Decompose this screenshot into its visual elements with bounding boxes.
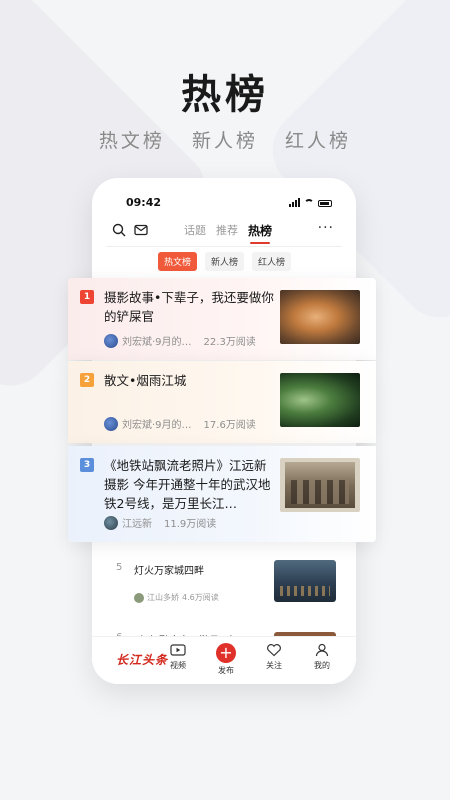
nav-divider [106, 246, 342, 247]
avatar [104, 515, 118, 530]
rank-badge: 3 [80, 458, 94, 472]
subtab-newcomers[interactable]: 新人榜 [205, 252, 245, 271]
rank-badge: 1 [80, 290, 94, 304]
article-title: 摄影故事•下辈子，我还要做你的铲屎官 [104, 290, 274, 324]
bottom-nav-me[interactable]: 我的 [304, 643, 340, 671]
search-icon[interactable] [112, 222, 126, 241]
tab-recommend[interactable]: 推荐 [216, 222, 238, 239]
article-thumbnail [280, 373, 360, 427]
article-author: 江远新 [122, 519, 152, 530]
subtab-hot-articles[interactable]: 热文榜 [158, 252, 198, 271]
subtab-influencers[interactable]: 红人榜 [252, 252, 292, 271]
bottom-nav-label: 发布 [218, 666, 234, 675]
status-bar: 09:42 [92, 196, 356, 212]
subtabs: 热文榜 新人榜 红人榜 [158, 252, 292, 271]
hot-article-card[interactable]: 2 散文•烟雨江城 刘宏斌·9月的… 17.6万阅读 [68, 361, 376, 443]
tab-topics[interactable]: 话题 [184, 222, 206, 239]
promo-subtitle-item: 红人榜 [285, 130, 352, 152]
more-icon[interactable]: ··· [318, 220, 334, 236]
article-title: 散文•烟雨江城 [104, 373, 187, 388]
article-title: 《地铁站飘流老照片》江远新摄影 今年开通整十年的武汉地铁2号线，是万里长江… [104, 458, 271, 511]
article-meta: 刘宏斌·9月的… 22.3万阅读 [104, 333, 256, 348]
article-thumbnail [280, 458, 360, 512]
heart-plus-icon [266, 643, 282, 657]
promo-subtitle-item: 热文榜 [98, 130, 165, 152]
plus-icon: + [216, 643, 236, 663]
article-author: 刘宏斌·9月的… [122, 420, 192, 431]
bottom-nav-publish[interactable]: + 发布 [208, 643, 244, 676]
bottom-nav-follow[interactable]: 关注 [256, 643, 292, 671]
top-nav: 话题 推荐 热榜 ··· [92, 220, 356, 244]
bottom-nav-video[interactable]: 视频 [160, 643, 196, 671]
promo-subtitle: 热文榜 新人榜 红人榜 [0, 126, 450, 153]
article-meta: 江远新 11.9万阅读 [104, 515, 216, 530]
article-reads: 11.9万阅读 [164, 519, 217, 530]
status-time: 09:42 [126, 196, 162, 209]
user-icon [314, 643, 330, 657]
bottom-nav-label: 视频 [170, 661, 186, 670]
nav-tabs: 话题 推荐 热榜 [184, 222, 272, 244]
hot-article-card[interactable]: 3 《地铁站飘流老照片》江远新摄影 今年开通整十年的武汉地铁2号线，是万里长江…… [68, 446, 376, 542]
list-item-title: 灯火万家城四畔 [134, 566, 204, 577]
bottom-nav: 长江头条 视频 + 发布 关注 我的 [92, 636, 356, 684]
list-item-meta: 江山多娇 4.6万阅读 [134, 592, 219, 603]
list-item-rank: 5 [116, 562, 123, 573]
status-icons [289, 198, 332, 207]
video-icon [170, 643, 186, 657]
promo-title: 热榜 [181, 72, 269, 118]
article-author: 刘宏斌·9月的… [122, 337, 192, 348]
article-reads: 17.6万阅读 [203, 420, 256, 431]
list-item-reads: 4.6万阅读 [182, 593, 219, 602]
article-meta: 刘宏斌·9月的… 17.6万阅读 [104, 416, 256, 431]
rank-badge: 2 [80, 373, 94, 387]
article-thumbnail [280, 290, 360, 344]
hot-article-card[interactable]: 1 摄影故事•下辈子，我还要做你的铲屎官 刘宏斌·9月的… 22.3万阅读 [68, 278, 376, 360]
avatar [104, 333, 118, 348]
signal-icon [289, 198, 300, 207]
bottom-nav-label: 我的 [314, 661, 330, 670]
list-item-author: 江山多娇 [147, 593, 179, 602]
battery-icon [318, 200, 332, 207]
list-item[interactable]: 5 灯火万家城四畔 江山多娇 4.6万阅读 [116, 560, 336, 608]
avatar [104, 416, 118, 431]
promo-subtitle-item: 新人榜 [191, 130, 258, 152]
mail-icon[interactable] [134, 222, 148, 241]
article-reads: 22.3万阅读 [203, 337, 256, 348]
avatar [134, 592, 144, 603]
bottom-nav-label: 关注 [266, 661, 282, 670]
wifi-icon [304, 199, 314, 207]
list-item-thumbnail [274, 560, 336, 602]
tab-hot-list[interactable]: 热榜 [248, 222, 272, 244]
